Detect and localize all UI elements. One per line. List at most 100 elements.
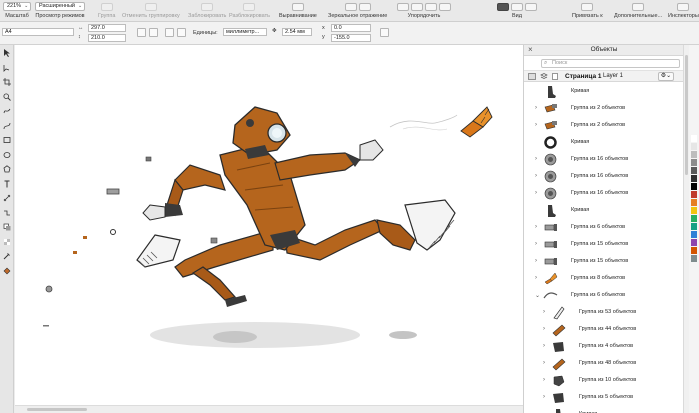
robot-illustration[interactable] — [15, 45, 523, 405]
page-size-select[interactable]: A4 — [2, 28, 74, 36]
order-front-button[interactable] — [397, 2, 409, 11]
object-row[interactable]: › Группа из 53 объектов — [524, 304, 684, 321]
chevron-right-icon[interactable]: › — [543, 394, 545, 400]
landscape-button[interactable] — [149, 28, 158, 37]
duplicate-x-input[interactable]: 0.0 — [331, 24, 371, 32]
color-swatch[interactable] — [691, 167, 697, 174]
chevron-right-icon[interactable]: › — [535, 190, 537, 196]
page-icon[interactable] — [551, 73, 559, 80]
duplicate-y-input[interactable]: -155.0 — [331, 34, 371, 42]
object-row[interactable]: › Группа из 5 объектов — [524, 389, 684, 406]
group-button[interactable] — [100, 2, 113, 11]
chevron-right-icon[interactable]: › — [543, 377, 545, 383]
color-swatch[interactable] — [691, 231, 697, 238]
rectangle-icon[interactable] — [3, 136, 11, 144]
chevron-right-icon[interactable]: › — [535, 241, 537, 247]
chevron-right-icon[interactable]: › — [535, 173, 537, 179]
color-swatch[interactable] — [691, 207, 697, 214]
view-normal-button[interactable] — [497, 2, 509, 11]
scroll-thumb[interactable] — [685, 55, 688, 175]
shadow-icon[interactable] — [3, 223, 11, 231]
scroll-thumb[interactable] — [27, 408, 87, 411]
chevron-right-icon[interactable]: › — [535, 258, 537, 264]
view-pixel-button[interactable] — [525, 2, 537, 11]
chevron-right-icon[interactable]: › — [535, 122, 537, 128]
view-wireframe-button[interactable] — [511, 2, 523, 11]
lock-button[interactable] — [201, 2, 214, 11]
chevron-right-icon[interactable]: › — [535, 156, 537, 162]
object-row[interactable]: › Группа из 16 объектов — [524, 168, 684, 185]
layer-name[interactable]: Layer 1 — [603, 73, 623, 79]
color-swatch[interactable] — [691, 247, 697, 254]
object-row[interactable]: › Группа из 48 объектов — [524, 355, 684, 372]
object-row[interactable]: ⌄ Группа из 6 объектов — [524, 287, 684, 304]
inspectors-button[interactable] — [677, 2, 690, 11]
unlock-button[interactable] — [243, 2, 256, 11]
object-row[interactable]: › Группа из 44 объектов — [524, 321, 684, 338]
object-row[interactable]: › Группа из 15 объектов — [524, 253, 684, 270]
align-to-page-button[interactable] — [380, 28, 389, 37]
curve-icon[interactable] — [3, 122, 11, 130]
chevron-right-icon[interactable]: › — [535, 105, 537, 111]
show-properties-icon[interactable] — [528, 73, 536, 80]
pointer-tool-icon[interactable] — [3, 49, 11, 57]
zoom-select[interactable]: 221% ⌄ — [3, 2, 31, 11]
object-row[interactable]: › Группа из 2 объектов — [524, 100, 684, 117]
crop-icon[interactable] — [3, 78, 11, 86]
connector-icon[interactable] — [3, 209, 11, 217]
additional-button[interactable] — [632, 2, 645, 11]
chevron-right-icon[interactable]: › — [543, 343, 545, 349]
chevron-right-icon[interactable]: › — [543, 326, 545, 332]
object-row[interactable]: › Группа из 16 объектов — [524, 151, 684, 168]
objects-search-input[interactable]: ⌕ Поиск — [541, 59, 680, 68]
color-swatch[interactable] — [691, 199, 697, 206]
page-height-input[interactable]: 210.0 — [88, 34, 126, 42]
nudge-input[interactable]: 2.54 мм — [282, 28, 312, 36]
object-row[interactable]: Кривая — [524, 134, 684, 151]
order-backward-button[interactable] — [425, 2, 437, 11]
fill-icon[interactable] — [3, 267, 11, 275]
align-button[interactable] — [291, 2, 304, 11]
all-pages-button[interactable] — [165, 28, 174, 37]
object-row[interactable]: › Группа из 16 объектов — [524, 185, 684, 202]
color-swatch[interactable] — [691, 151, 697, 158]
snap-button[interactable] — [581, 2, 594, 11]
polygon-icon[interactable] — [3, 165, 11, 173]
color-swatch[interactable] — [691, 255, 697, 262]
object-row[interactable]: › Группа из 4 объектов — [524, 338, 684, 355]
page-width-input[interactable]: 297.0 — [88, 24, 126, 32]
ellipse-icon[interactable] — [3, 151, 11, 159]
order-forward-button[interactable] — [411, 2, 423, 11]
color-swatch[interactable] — [691, 215, 697, 222]
color-swatch[interactable] — [691, 183, 697, 190]
gear-icon[interactable]: ⚙⌄ — [658, 72, 674, 81]
color-swatch[interactable] — [691, 223, 697, 230]
order-back-button[interactable] — [439, 2, 451, 11]
page-title[interactable]: Страница 1 — [565, 73, 602, 80]
color-swatch[interactable] — [691, 175, 697, 182]
eyedropper-icon[interactable] — [3, 252, 11, 260]
units-select[interactable]: миллиметр... — [223, 28, 267, 36]
text-icon[interactable] — [3, 180, 11, 188]
chevron-right-icon[interactable]: › — [535, 224, 537, 230]
mirror-vertical-button[interactable] — [358, 2, 371, 11]
ungroup-button[interactable] — [144, 2, 157, 11]
color-swatch[interactable] — [691, 135, 697, 142]
layer-manager-icon[interactable] — [540, 73, 548, 80]
object-row[interactable]: Кривая — [524, 83, 684, 100]
object-row[interactable]: Кривая — [524, 202, 684, 219]
object-row[interactable]: › Группа из 8 объектов — [524, 270, 684, 287]
transparency-icon[interactable] — [3, 238, 11, 246]
current-page-button[interactable] — [177, 28, 186, 37]
chevron-right-icon[interactable]: › — [535, 275, 537, 281]
zoom-icon[interactable] — [3, 93, 11, 101]
parallel-dimension-icon[interactable] — [3, 194, 11, 202]
object-row[interactable]: › Группа из 2 объектов — [524, 117, 684, 134]
chevron-right-icon[interactable]: › — [543, 360, 545, 366]
portrait-button[interactable] — [137, 28, 146, 37]
view-mode-select[interactable]: Расширенный ⌄ — [35, 2, 85, 11]
drawing-canvas[interactable] — [15, 45, 523, 405]
object-row[interactable]: › Группа из 6 объектов — [524, 219, 684, 236]
object-row[interactable]: Кривая — [524, 406, 684, 413]
color-swatch[interactable] — [691, 143, 697, 150]
